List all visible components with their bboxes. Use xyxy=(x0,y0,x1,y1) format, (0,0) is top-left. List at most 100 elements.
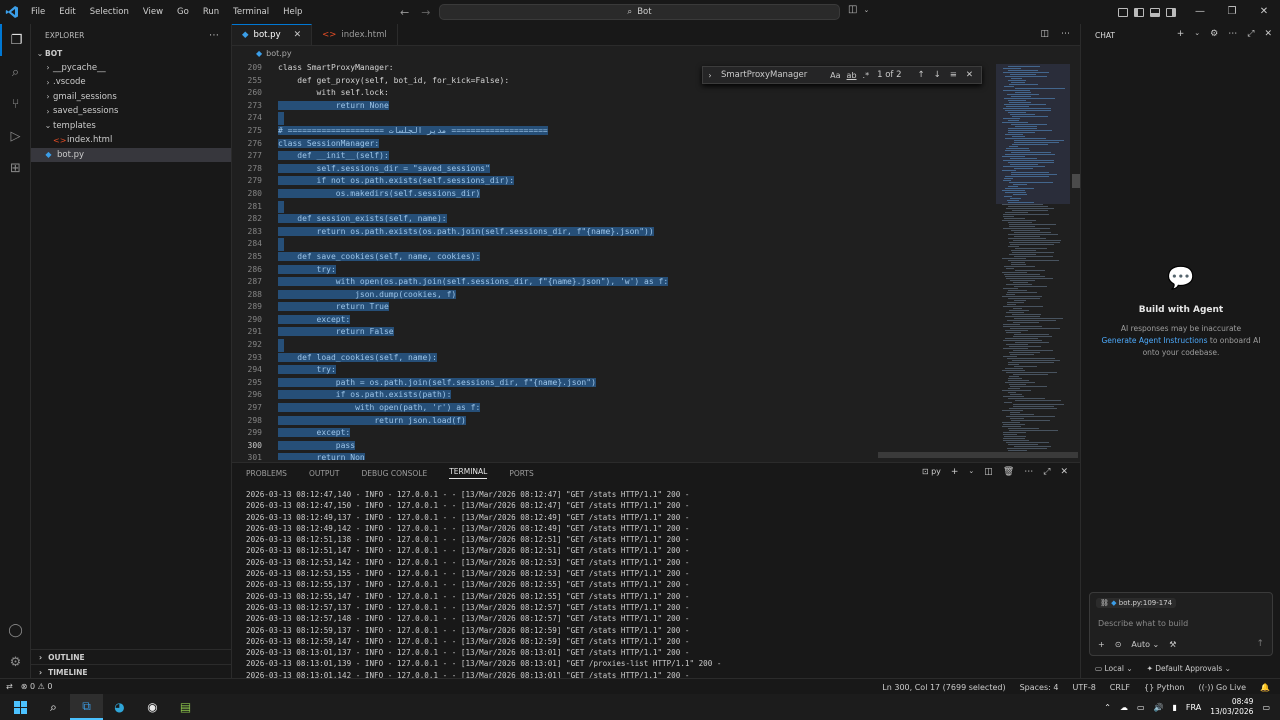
tree-item-index-html[interactable]: <> index.html xyxy=(31,133,231,148)
code-line[interactable]: 285 def save_cookies(self, name, cookies… xyxy=(232,251,1080,264)
code-line[interactable]: 275 # ==================== مدير الجلسات =… xyxy=(232,125,1080,138)
tree-item-gmail-sessions[interactable]: › gmail_sessions xyxy=(31,90,231,105)
chevron-down-icon[interactable]: ⌄ xyxy=(1194,29,1200,39)
remote-icon[interactable]: ⇄ xyxy=(6,682,13,691)
account-icon[interactable]: ◯ xyxy=(0,614,31,646)
scrollbar-thumb[interactable] xyxy=(1072,174,1080,188)
code-line[interactable]: 298 return json.load(f) xyxy=(232,415,1080,428)
code-line[interactable]: 297 with open(path, 'r') as f: xyxy=(232,402,1080,415)
split-terminal-icon[interactable]: ◫ xyxy=(984,467,993,477)
approvals-picker[interactable]: ✦ Default Approvals ⌄ xyxy=(1147,664,1231,673)
language-mode[interactable]: {} Python xyxy=(1144,683,1184,692)
language-indicator[interactable]: FRA xyxy=(1186,703,1201,712)
horizontal-scrollbar[interactable] xyxy=(878,452,1078,458)
onedrive-icon[interactable]: ☁ xyxy=(1120,703,1128,712)
edge-browser-icon[interactable]: ◕ xyxy=(103,694,136,720)
code-line[interactable]: 279 if not os.path.exists(self.sessions_… xyxy=(232,175,1080,188)
generate-instructions-link[interactable]: Generate Agent Instructions xyxy=(1101,336,1207,345)
code-line[interactable]: 276 class SessionManager: xyxy=(232,138,1080,151)
menu-go[interactable]: Go xyxy=(170,0,196,24)
tab-ports[interactable]: PORTS xyxy=(509,469,533,478)
clock[interactable]: 08:49 13/03/2026 xyxy=(1210,697,1253,717)
menu-view[interactable]: View xyxy=(136,0,170,24)
code-line[interactable]: 281 xyxy=(232,200,1080,214)
code-line[interactable]: 260 with self.lock: xyxy=(232,87,1080,100)
chevron-up-icon[interactable]: ⌃ xyxy=(1104,703,1111,712)
more-actions-icon[interactable]: ⋯ xyxy=(1228,29,1237,39)
code-line[interactable]: 286 try: xyxy=(232,264,1080,277)
trash-icon[interactable]: 🗑 xyxy=(1003,467,1014,477)
run-debug-icon[interactable]: ▷ xyxy=(0,120,31,152)
toggle-panel-icon[interactable] xyxy=(1150,7,1160,17)
code-line[interactable]: 284 xyxy=(232,238,1080,251)
battery-icon[interactable]: ▮ xyxy=(1172,703,1176,712)
code-line[interactable]: 290 except: xyxy=(232,314,1080,327)
notification-center-icon[interactable]: ▭ xyxy=(1262,703,1270,712)
command-center-search[interactable]: ⌕ Bot xyxy=(439,4,840,20)
menu-run[interactable]: Run xyxy=(196,0,226,24)
code-line[interactable]: 288 json.dump(cookies, f) xyxy=(232,289,1080,302)
back-arrow-icon[interactable]: ← xyxy=(400,6,409,19)
customize-layout-icon[interactable] xyxy=(1118,7,1128,17)
cursor-position[interactable]: Ln 300, Col 17 (7699 selected) xyxy=(882,683,1005,692)
session-target-picker[interactable]: ▭ Local ⌄ xyxy=(1095,664,1133,673)
chevron-right-icon[interactable]: › xyxy=(703,71,717,80)
send-icon[interactable]: ↑ xyxy=(1256,639,1264,649)
more-actions-icon[interactable]: ⋯ xyxy=(209,30,219,41)
code-line[interactable]: 283 return os.path.exists(os.path.join(s… xyxy=(232,226,1080,239)
tree-item-templates[interactable]: ⌄ templates xyxy=(31,119,231,134)
tab-debug-console[interactable]: DEBUG CONSOLE xyxy=(362,469,428,478)
configure-tools-icon[interactable]: ⚒ xyxy=(1169,640,1176,649)
chat-input[interactable]: Describe what to build xyxy=(1098,619,1188,628)
search-icon[interactable]: ⌕ xyxy=(37,694,70,720)
terminal-shell-icon[interactable]: ⊡ py xyxy=(922,467,941,477)
code-line[interactable]: 299 except: xyxy=(232,427,1080,440)
code-line[interactable]: 291 return False xyxy=(232,326,1080,339)
forward-arrow-icon[interactable]: → xyxy=(421,6,430,19)
more-actions-icon[interactable]: ⋯ xyxy=(1024,467,1033,477)
maximize-icon[interactable]: ❐ xyxy=(1216,0,1248,24)
archive-app-icon[interactable]: ▤ xyxy=(169,694,202,720)
end-of-line[interactable]: CRLF xyxy=(1110,683,1130,692)
menu-edit[interactable]: Edit xyxy=(52,0,82,24)
extensions-icon[interactable]: ⊞ xyxy=(0,152,31,184)
tree-item-pycache[interactable]: › __pycache__ xyxy=(31,61,231,76)
menu-help[interactable]: Help xyxy=(276,0,309,24)
breadcrumb-file[interactable]: bot.py xyxy=(266,49,291,58)
new-terminal-icon[interactable]: + xyxy=(951,467,959,477)
terminal-output[interactable]: 2026-03-13 08:12:47,140 - INFO - 127.0.0… xyxy=(232,483,1080,681)
match-case-icon[interactable]: Aa xyxy=(830,71,840,80)
tree-item-vscode[interactable]: › .vscode xyxy=(31,75,231,90)
find-input[interactable]: SmartProxyManager xyxy=(717,70,830,80)
network-icon[interactable]: ▭ xyxy=(1137,703,1145,712)
new-chat-icon[interactable]: + xyxy=(1177,29,1185,39)
chat-input-box[interactable]: ⛓ ◆ bot.py:109-174 Describe what to buil… xyxy=(1089,592,1273,656)
find-in-selection-icon[interactable]: ≡ xyxy=(950,70,957,80)
code-line[interactable]: 280 os.makedirs(self.sessions_dir) xyxy=(232,188,1080,201)
explorer-icon[interactable]: ❐ xyxy=(0,24,31,56)
minimap[interactable] xyxy=(996,62,1072,460)
gear-icon[interactable]: ⚙ xyxy=(1210,29,1218,39)
regex-icon[interactable]: .* xyxy=(863,71,870,80)
tab-terminal[interactable]: TERMINAL xyxy=(449,467,488,479)
close-panel-icon[interactable]: ✕ xyxy=(1060,467,1068,477)
menu-file[interactable]: File xyxy=(24,0,52,24)
tab-bot-py[interactable]: ◆ bot.py ✕ xyxy=(232,24,313,45)
source-control-icon[interactable]: ⑂ xyxy=(0,88,31,120)
match-word-icon[interactable]: ab xyxy=(847,71,857,80)
tree-item-saved-sessions[interactable]: › saved_sessions xyxy=(31,104,231,119)
code-line[interactable]: 287 with open(os.path.join(self.sessions… xyxy=(232,276,1080,289)
code-view[interactable]: 209 class SmartProxyManager: 255 def get_p… xyxy=(232,62,1080,460)
tab-problems[interactable]: PROBLEMS xyxy=(246,469,287,478)
maximize-icon[interactable]: ⤢ xyxy=(1247,29,1254,39)
toggle-primary-sidebar-icon[interactable] xyxy=(1134,7,1144,17)
timeline-section[interactable]: › TIMELINE xyxy=(31,664,232,679)
chevron-down-icon[interactable]: ⌄ xyxy=(863,6,869,15)
tree-root[interactable]: ⌄ BOT xyxy=(31,46,231,61)
copilot-icon[interactable]: ◫ xyxy=(848,4,857,15)
tab-index-html[interactable]: <> index.html xyxy=(312,24,398,45)
maximize-panel-icon[interactable]: ⤢ xyxy=(1043,467,1050,477)
vscode-taskbar-icon[interactable]: ⧉ xyxy=(70,694,103,720)
go-live[interactable]: ((·)) Go Live xyxy=(1198,683,1246,692)
menu-selection[interactable]: Selection xyxy=(83,0,136,24)
